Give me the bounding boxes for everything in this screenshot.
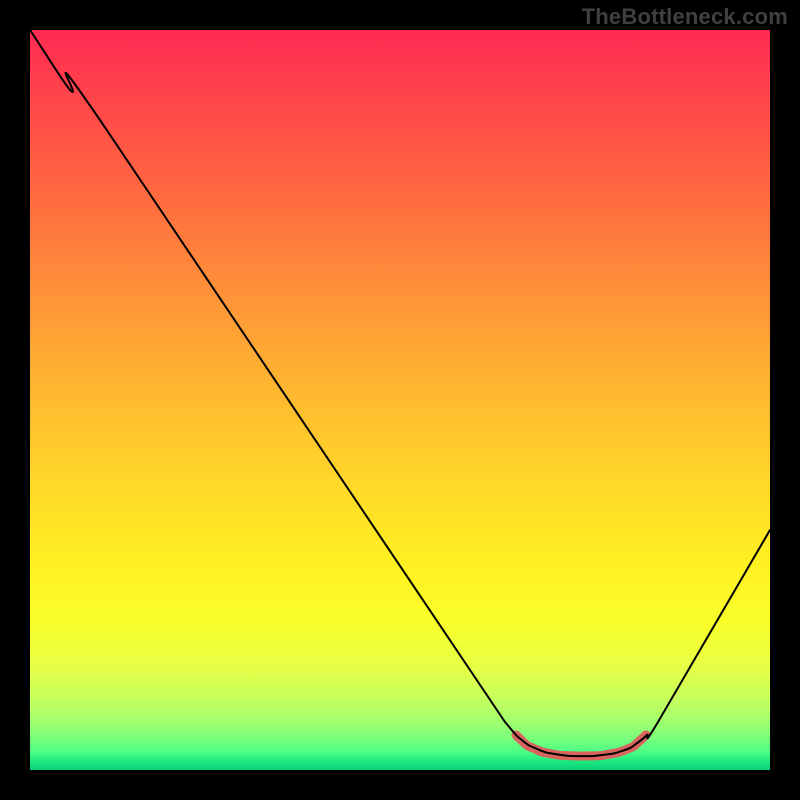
plot-area — [30, 30, 770, 770]
chart-frame: TheBottleneck.com — [0, 0, 800, 800]
curve-svg — [30, 30, 770, 770]
watermark-text: TheBottleneck.com — [582, 4, 788, 30]
trough-highlight — [516, 735, 646, 756]
main-curve — [30, 30, 770, 756]
